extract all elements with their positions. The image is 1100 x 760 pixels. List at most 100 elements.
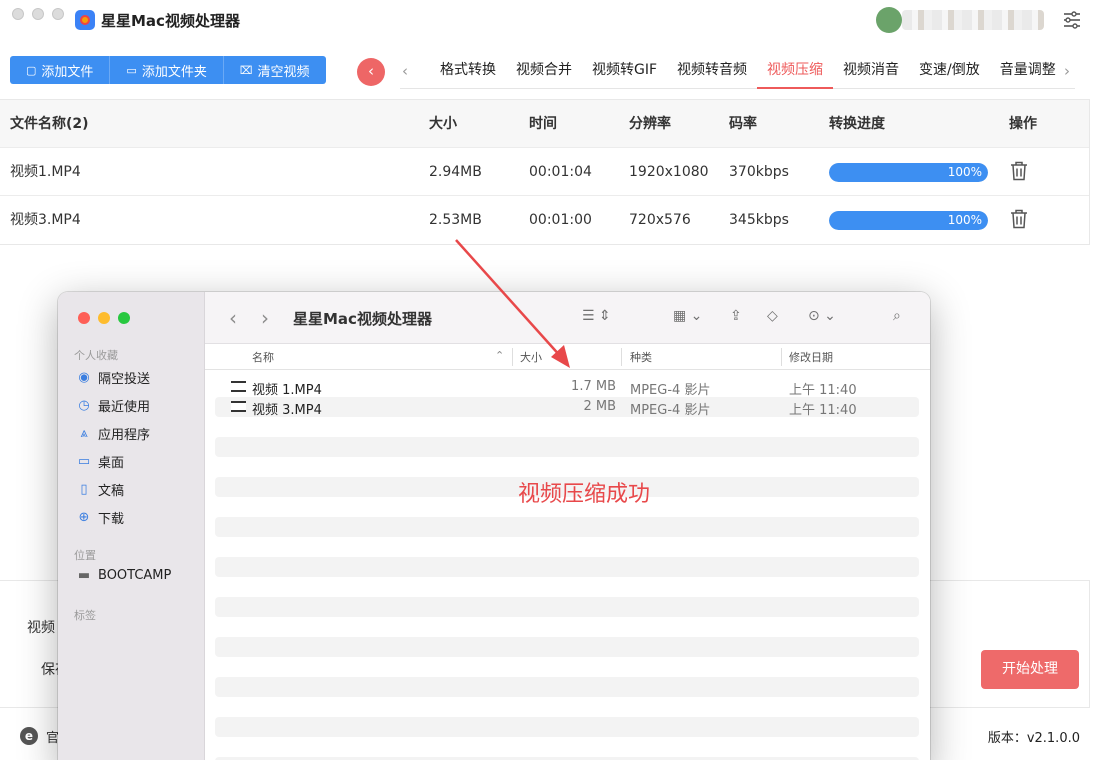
- tab-5[interactable]: 视频消音: [833, 56, 909, 89]
- empty-row-stripe: [215, 517, 919, 537]
- table-header: 文件名称(2) 大小 时间 分辨率 码率 转换进度 操作: [0, 100, 1089, 148]
- column-divider: [621, 348, 622, 366]
- finder-file-row[interactable]: 视频 1.MP4 1.7 MB MPEG-4 影片 上午 11:40: [215, 377, 919, 398]
- video-file-icon: [231, 381, 246, 392]
- back-button[interactable]: ‹: [357, 58, 385, 86]
- header-resolution: 分辨率: [629, 116, 671, 132]
- file-kind: MPEG-4 影片: [630, 403, 711, 418]
- gallery-view-icon[interactable]: ▦ ⌄: [673, 308, 702, 324]
- search-icon[interactable]: ⌕: [893, 308, 901, 324]
- cell-size: 2.53MB: [429, 212, 482, 228]
- more-actions-icon[interactable]: ⊙ ⌄: [808, 308, 836, 324]
- disk-icon: ▬: [77, 568, 91, 583]
- finder-minimize-button[interactable]: [98, 312, 110, 324]
- finder-zoom-button[interactable]: [118, 312, 130, 324]
- account-name-blurred: [902, 10, 1044, 30]
- column-date[interactable]: 修改日期: [789, 349, 833, 365]
- download-icon: ⊕: [78, 510, 90, 525]
- cell-size: 2.94MB: [429, 164, 482, 180]
- finder-toolbar: ‹ › 星星Mac视频处理器 ☰ ⇕ ▦ ⌄ ⇪ ◇ ⊙ ⌄ ⌕: [205, 292, 930, 344]
- list-view-icon[interactable]: ☰ ⇕: [582, 308, 611, 324]
- sidebar-favorite-1[interactable]: ◷ 最近使用: [76, 396, 150, 415]
- tabs-scroll-right-icon[interactable]: ›: [1064, 62, 1070, 80]
- sidebar-favorite-5[interactable]: ⊕ 下载: [76, 508, 124, 527]
- cell-bitrate: 345kbps: [729, 212, 789, 228]
- close-window-button[interactable]: [12, 8, 24, 20]
- tab-1[interactable]: 视频合并: [506, 56, 582, 89]
- tag-icon[interactable]: ◇: [767, 308, 778, 324]
- delete-icon[interactable]: [1010, 209, 1028, 229]
- video-file-icon: [231, 401, 246, 412]
- sidebar-favorite-0[interactable]: ◉ 隔空投送: [76, 368, 150, 387]
- cell-time: 00:01:04: [529, 164, 592, 180]
- empty-row-stripe: [215, 557, 919, 577]
- column-size[interactable]: 大小: [520, 349, 542, 365]
- sidebar-favorite-4[interactable]: ▯ 文稿: [76, 480, 124, 499]
- sort-chevron-icon[interactable]: ⌃: [495, 349, 504, 362]
- document-icon: ▯: [80, 482, 88, 497]
- header-name: 文件名称(2): [10, 116, 89, 132]
- sidebar-item-label: 下载: [98, 512, 125, 527]
- folder-icon: ▭: [126, 63, 137, 77]
- sidebar-item-label: 桌面: [98, 456, 125, 471]
- favorites-section-label: 个人收藏: [74, 349, 118, 362]
- clear-videos-button[interactable]: ⌧ 清空视频: [223, 56, 326, 84]
- header-progress: 转换进度: [829, 116, 885, 132]
- empty-row-stripe: [215, 437, 919, 457]
- version-label: 版本：v2.1.0.0: [987, 731, 1080, 746]
- delete-icon[interactable]: [1010, 161, 1028, 181]
- add-folder-button[interactable]: ▭ 添加文件夹: [110, 56, 224, 84]
- sidebar-item-label: 应用程序: [98, 428, 151, 443]
- tabs-scroll-left-icon[interactable]: ‹: [402, 62, 408, 80]
- website-icon[interactable]: e: [20, 727, 38, 745]
- column-name[interactable]: 名称: [252, 349, 274, 365]
- finder-window: 个人收藏 ◉ 隔空投送 ◷ 最近使用 ⩓ 应用程序 ▭ 桌面 ▯ 文稿 ⊕ 下载 位置 ▬ BOOTCA…: [58, 292, 930, 760]
- add-file-button[interactable]: ▢ 添加文件: [10, 56, 111, 84]
- finder-title: 星星Mac视频处理器: [293, 310, 432, 328]
- column-kind[interactable]: 种类: [630, 349, 652, 365]
- header-size: 大小: [429, 116, 457, 132]
- cell-resolution: 1920x1080: [629, 164, 709, 180]
- clock-icon: ◷: [78, 398, 90, 413]
- tab-6[interactable]: 变速/倒放: [909, 56, 990, 89]
- share-icon[interactable]: ⇪: [730, 308, 742, 324]
- cell-bitrate: 370kbps: [729, 164, 789, 180]
- sidebar-item-label: 文稿: [98, 484, 125, 499]
- back-chevron-icon[interactable]: ‹: [229, 306, 237, 330]
- file-size: 2 MB: [583, 399, 616, 414]
- avatar[interactable]: [876, 7, 902, 33]
- empty-row-stripe: [215, 717, 919, 737]
- table-row[interactable]: 视频1.MP4 2.94MB 00:01:04 1920x1080 370kbps 100…: [0, 148, 1089, 196]
- tab-2[interactable]: 视频转GIF: [582, 56, 667, 89]
- finder-file-row[interactable]: 视频 3.MP4 2 MB MPEG-4 影片 上午 11:40: [215, 397, 919, 418]
- file-kind: MPEG-4 影片: [630, 383, 711, 398]
- empty-row-stripe: [215, 637, 919, 657]
- table-row[interactable]: 视频3.MP4 2.53MB 00:01:00 720x576 345kbps 100%: [0, 196, 1089, 244]
- finder-close-button[interactable]: [78, 312, 90, 324]
- tags-section-label: 标签: [74, 609, 96, 622]
- tab-4[interactable]: 视频压缩: [757, 56, 834, 89]
- sidebar-item-label: 最近使用: [98, 400, 151, 415]
- file-size: 1.7 MB: [571, 379, 616, 394]
- sidebar-favorite-2[interactable]: ⩓ 应用程序: [76, 424, 150, 443]
- zoom-window-button[interactable]: [52, 8, 64, 20]
- file-icon: ▢: [26, 63, 37, 77]
- sidebar-favorite-3[interactable]: ▭ 桌面: [76, 452, 124, 471]
- progress-bar: 100%: [829, 211, 988, 230]
- cell-name: 视频1.MP4: [10, 164, 81, 180]
- tab-3[interactable]: 视频转音频: [667, 56, 757, 89]
- forward-chevron-icon[interactable]: ›: [261, 306, 269, 330]
- start-processing-button[interactable]: 开始处理: [981, 650, 1079, 689]
- applications-icon: ⩓: [80, 426, 88, 441]
- sidebar-location-0[interactable]: ▬ BOOTCAMP: [76, 568, 172, 583]
- sliders-icon[interactable]: [1062, 10, 1082, 30]
- file-table: 文件名称(2) 大小 时间 分辨率 码率 转换进度 操作 视频1.MP4 2.94…: [0, 99, 1090, 245]
- minimize-window-button[interactable]: [32, 8, 44, 20]
- progress-text: 100%: [947, 165, 982, 179]
- airdrop-icon: ◉: [78, 370, 90, 385]
- tab-0[interactable]: 格式转换: [430, 56, 506, 89]
- file-name: 视频 1.MP4: [252, 383, 322, 398]
- column-divider: [512, 348, 513, 366]
- tab-7[interactable]: 音量调整: [990, 56, 1066, 89]
- cell-name: 视频3.MP4: [10, 212, 81, 228]
